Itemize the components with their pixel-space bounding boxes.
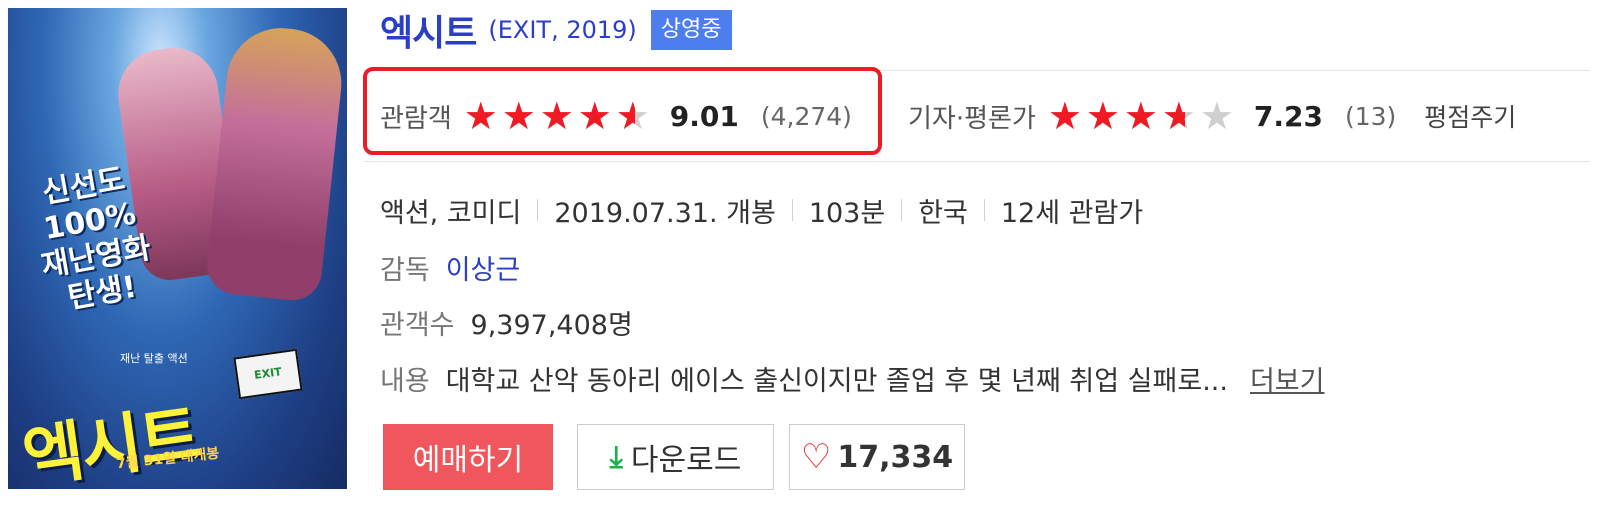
star-fill: ★ (539, 98, 574, 134)
download-arrow-icon: ⤓ (609, 439, 623, 475)
critic-rating-label: 기자·평론가 (908, 103, 1036, 134)
star-fill: ★ (615, 98, 635, 134)
country[interactable]: 한국 (918, 191, 968, 230)
age-rating[interactable]: 12세 관람가 (1001, 191, 1143, 230)
star-icon: ★★ (1161, 94, 1196, 138)
star-icon: ★★ (1085, 97, 1124, 135)
divider (791, 199, 793, 221)
plot-summary: 대학교 산악 동아리 에이스 출신이지만 졸업 후 몇 년째 취업 실패로... (445, 365, 1228, 397)
star-icon: ★★ (577, 97, 616, 135)
poster-title-art: 엑시트 (18, 396, 204, 489)
reserve-button-label: 예매하기 (412, 443, 524, 478)
heart-icon: ♡ (800, 437, 832, 477)
divider (983, 199, 985, 221)
divider (901, 199, 903, 221)
movie-poster[interactable]: 신선도 100% 재난영화 탄생! 재난 탈출 액션 EXIT 엑시트 7월 3… (8, 8, 347, 489)
star-fill: ★ (1085, 98, 1120, 134)
star-icon: ★★ (463, 97, 502, 135)
action-buttons: 예매하기 ⤓ 다운로드 ♡ 17,334 (383, 424, 965, 490)
plot-row: 내용 대학교 산악 동아리 에이스 출신이지만 졸업 후 몇 년째 취업 실패로… (380, 356, 1324, 400)
download-button[interactable]: ⤓ 다운로드 (577, 424, 774, 490)
movie-title-en: (EXIT, 2019) (488, 16, 637, 44)
critic-score: 7.23 (1253, 99, 1323, 133)
audience-count-row: 관객수 9,397,408명 (380, 300, 633, 344)
critic-stars: ★★★★★★★★★★ (1047, 94, 1238, 138)
star-icon: ★★ (539, 97, 578, 135)
audience-count-label: 관객수 (380, 309, 455, 341)
star-icon: ★★ (1047, 97, 1086, 135)
star-fill: ★ (1161, 98, 1186, 134)
audience-rating: 관람객 ★ ★ ★ ★ ★ ★ ★ ★ ★ ★ 9.01 (4,274) (380, 96, 852, 136)
download-button-label: 다운로드 (630, 443, 742, 478)
poster-figure-man (204, 22, 347, 304)
audience-score: 9.01 (669, 99, 739, 133)
poster-subtitle: 재난 탈출 액션 (120, 352, 188, 365)
runtime: 103분 (808, 197, 886, 229)
critic-rating: 기자·평론가 ★★★★★★★★★★ 7.23 (13) 평점주기 (908, 96, 1516, 136)
star-fill: ★ (577, 98, 612, 134)
reserve-button[interactable]: 예매하기 (383, 424, 553, 490)
poster-exit-sign: EXIT (233, 348, 303, 400)
plot-label: 내용 (380, 365, 430, 397)
director-link[interactable]: 이상근 (446, 248, 521, 287)
more-link[interactable]: 더보기 (1250, 359, 1325, 398)
like-button[interactable]: ♡ 17,334 (789, 424, 965, 490)
star-fill: ★ (1123, 98, 1158, 134)
star-icon: ★★ (615, 94, 650, 138)
status-badge: 상영중 (650, 10, 732, 50)
critic-count: (13) (1344, 101, 1397, 131)
star-fill: ★ (1047, 98, 1082, 134)
audience-rating-label: 관람객 (380, 103, 452, 134)
audience-count: (4,274) (760, 101, 852, 131)
title-row: 엑시트 (EXIT, 2019) 상영중 (380, 4, 732, 56)
like-count: 17,334 (837, 439, 954, 475)
poster-tagline: 신선도 100% 재난영화 탄생! (8, 156, 179, 324)
star-fill: ★ (463, 98, 498, 134)
audience-stars: ★ ★ ★ ★ ★ ★ ★ ★ ★ ★ (463, 94, 654, 138)
divider (537, 199, 539, 221)
star-icon: ★★ (501, 97, 540, 135)
release-date[interactable]: 2019.07.31. 개봉 (554, 191, 775, 230)
director-label: 감독 (380, 254, 430, 286)
star-icon: ★★ (1123, 97, 1162, 135)
star-fill: ★ (501, 98, 536, 134)
director-row: 감독 이상근 (380, 245, 520, 289)
star-icon: ★★ (1199, 94, 1234, 138)
movie-title[interactable]: 엑시트 (380, 4, 477, 56)
audience-count-value: 9,397,408명 (470, 309, 633, 341)
rate-link[interactable]: 평점주기 (1424, 98, 1516, 134)
genre[interactable]: 액션, 코미디 (380, 191, 521, 230)
movie-meta: 액션, 코미디 2019.07.31. 개봉 103분 한국 12세 관람가 (380, 188, 1143, 232)
